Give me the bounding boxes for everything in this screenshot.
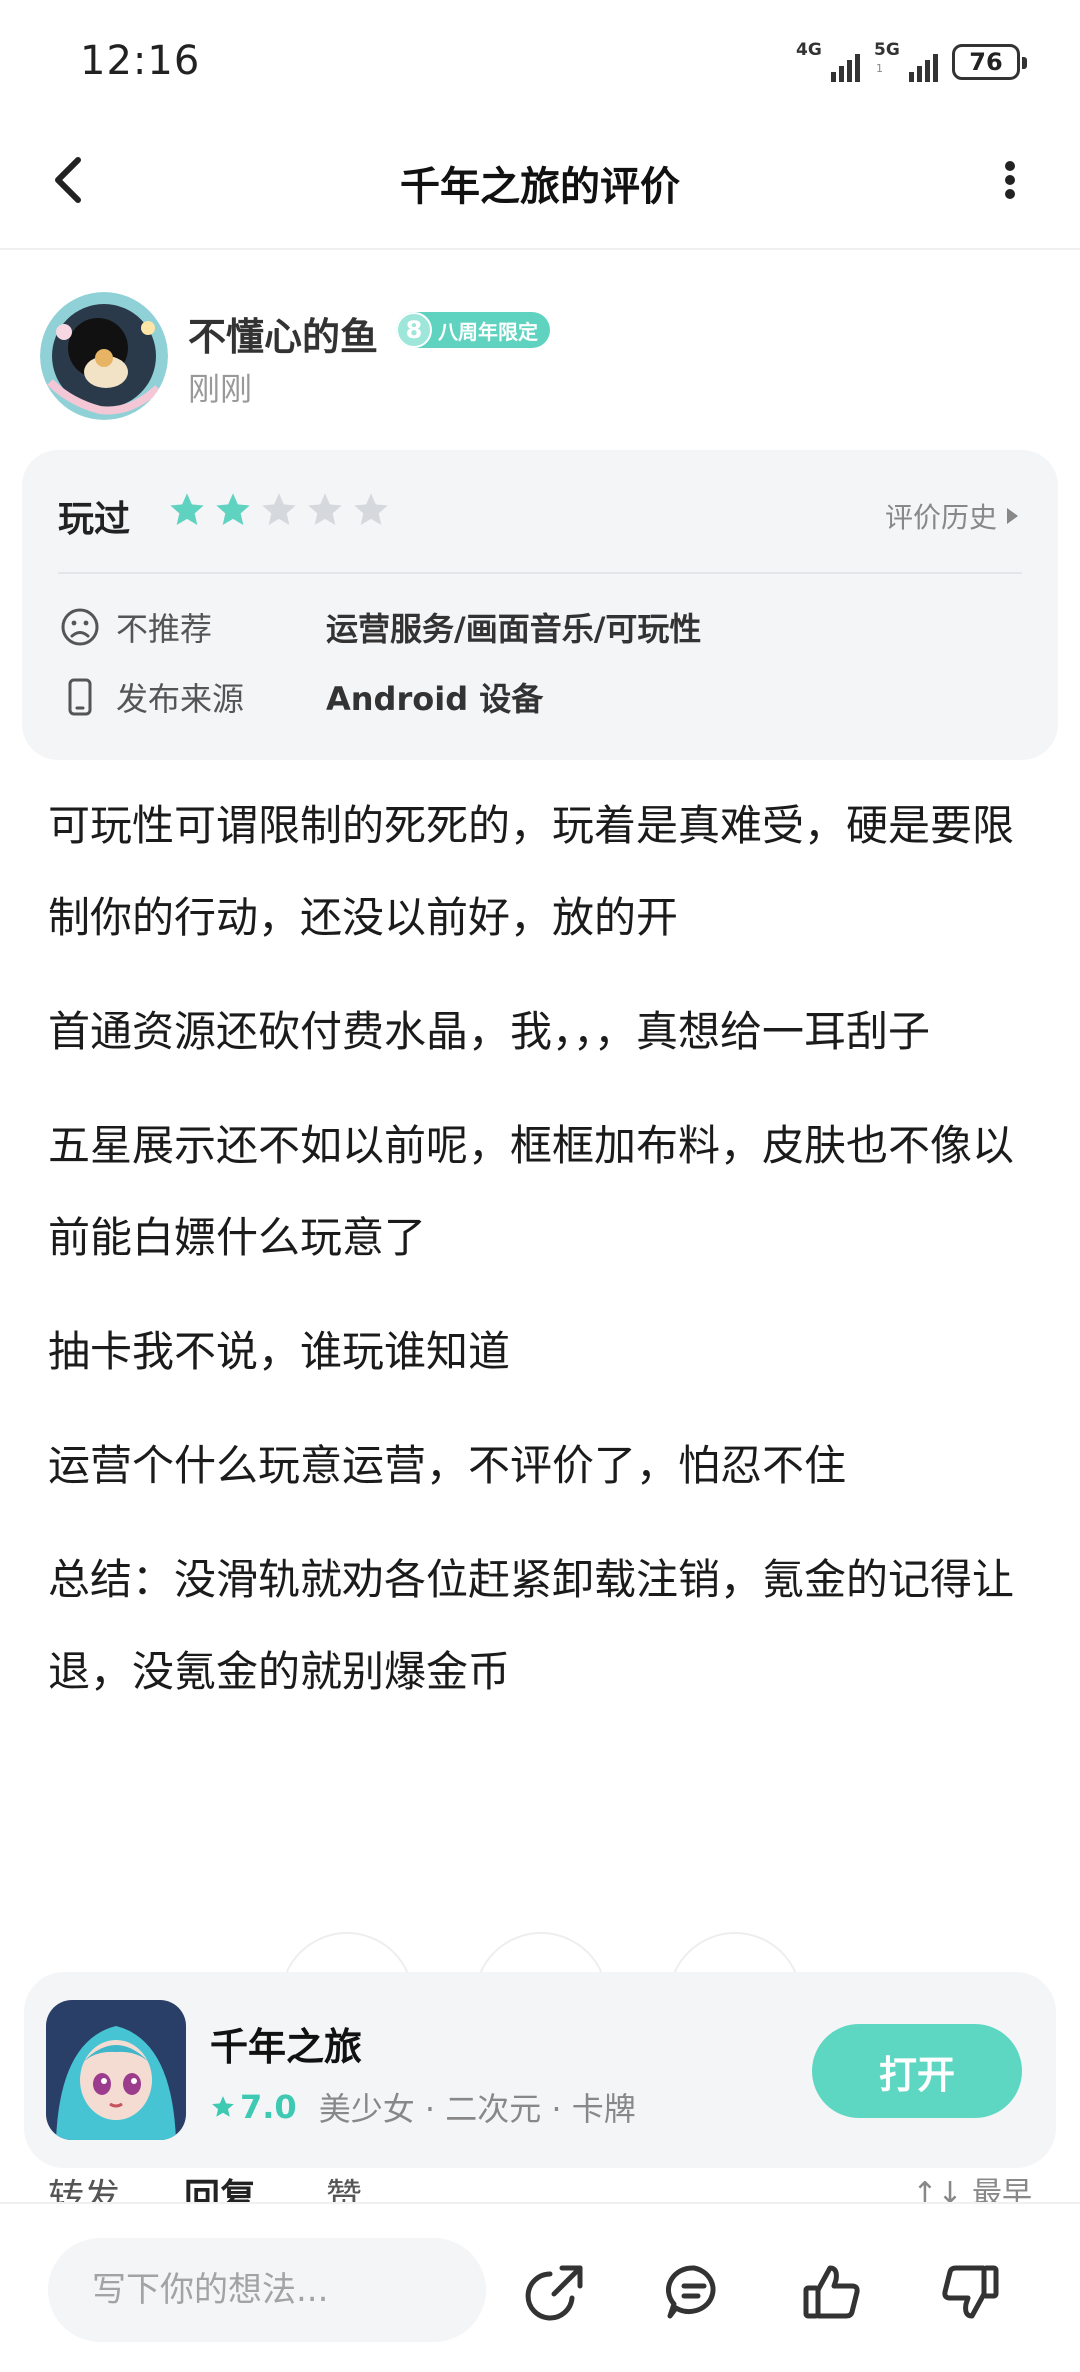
review-paragraph: 首通资源还砍付费水晶，我，，，真想给一耳刮子 xyxy=(48,1007,931,1056)
score-star-icon xyxy=(212,2096,234,2117)
review-paragraph: 总结：没滑轨就劝各位赶紧卸载注销，氪金的记得让退，没氪金的就别爆金币 xyxy=(48,1555,1015,1696)
review-body: 可玩性可谓限制的死死的，玩着是真难受，硬是要限制你的行动，还没以前好，放的开首通… xyxy=(48,780,1038,1740)
frown-face-icon xyxy=(61,608,99,646)
bottom-action-bar xyxy=(0,2202,1080,2372)
author-name[interactable]: 不懂心的鱼 xyxy=(188,306,378,361)
review-summary-card: 玩过 评价历史 不推荐 运营服务/画面音乐/可玩性 发布来源 Android 设… xyxy=(22,450,1058,760)
rating-history-label: 评价历史 xyxy=(884,501,997,534)
review-paragraph: 五星展示还不如以前呢，框框加布料，皮肤也不像以前能白嫖什么玩意了 xyxy=(48,1121,1015,1262)
caret-right-icon xyxy=(1007,508,1018,524)
game-tags: 美少女 · 二次元 · 卡牌 xyxy=(318,2090,636,2128)
top-nav-bar: 千年之旅的评价 xyxy=(0,120,1080,250)
source-value: Android 设备 xyxy=(326,680,544,718)
game-meta: 7.0 美少女 · 二次元 · 卡牌 xyxy=(210,2084,636,2130)
game-icon[interactable] xyxy=(46,2000,186,2140)
status-icons: 4G 5G 1 76 xyxy=(796,40,1027,84)
game-card[interactable]: 千年之旅 7.0 美少女 · 二次元 · 卡牌 打开 xyxy=(24,1972,1056,2168)
open-game-button[interactable]: 打开 xyxy=(812,2024,1022,2118)
recommendation-row: 不推荐 运营服务/画面音乐/可玩性 xyxy=(58,605,701,649)
comment-icon[interactable] xyxy=(662,2260,726,2324)
rating-history-link[interactable]: 评价历史 xyxy=(885,496,1018,536)
played-label: 玩过 xyxy=(58,499,131,540)
thumbs-down-icon[interactable] xyxy=(938,2260,1002,2324)
game-score: 7.0 xyxy=(240,2088,297,2126)
page-title: 千年之旅的评价 xyxy=(400,164,680,210)
rating-stars xyxy=(167,490,391,530)
star-empty-icon xyxy=(262,493,296,525)
game-name: 千年之旅 xyxy=(210,2025,363,2069)
badge-number: 8 xyxy=(396,312,432,348)
star-empty-icon xyxy=(308,493,342,525)
divider xyxy=(58,572,1022,574)
battery-icon: 76 xyxy=(952,44,1027,80)
phone-icon xyxy=(68,678,92,716)
review-paragraph: 运营个什么玩意运营，不评价了，怕忍不住 xyxy=(48,1441,847,1490)
tab-repost[interactable]: 转发 xyxy=(48,2168,120,2202)
star-filled-icon xyxy=(170,493,204,525)
recommendation-value: 运营服务/画面音乐/可玩性 xyxy=(326,610,702,648)
tab-reply[interactable]: 回复 xyxy=(184,2168,256,2202)
avatar[interactable] xyxy=(40,292,168,420)
comment-input[interactable] xyxy=(48,2238,486,2342)
star-empty-icon xyxy=(354,493,388,525)
signal-4g-icon: 4G xyxy=(796,40,860,84)
tab-like[interactable]: 赞 xyxy=(326,2168,362,2202)
review-paragraph: 抽卡我不说，谁玩谁知道 xyxy=(48,1327,511,1376)
status-bar: 12:16 4G 5G 1 76 xyxy=(0,0,1080,120)
source-row: 发布来源 Android 设备 xyxy=(58,675,543,719)
star-filled-icon xyxy=(216,493,250,525)
anniversary-badge: 8 八周年限定 xyxy=(396,312,550,348)
share-icon[interactable] xyxy=(524,2260,588,2324)
recommendation-label: 不推荐 xyxy=(116,610,213,648)
more-options-icon[interactable] xyxy=(980,150,1040,210)
source-label: 发布来源 xyxy=(116,680,245,718)
post-time: 刚刚 xyxy=(188,370,253,408)
review-author: 不懂心的鱼 8 八周年限定 刚刚 xyxy=(40,292,1040,422)
signal-5g-icon: 5G 1 xyxy=(874,40,938,84)
badge-label: 八周年限定 xyxy=(438,319,538,344)
sort-toggle[interactable]: ↑↓ 最早 xyxy=(912,2168,1032,2202)
review-paragraph: 可玩性可谓限制的死死的，玩着是真难受，硬是要限制你的行动，还没以前好，放的开 xyxy=(48,801,1015,942)
status-time: 12:16 xyxy=(80,38,201,84)
thumbs-up-icon[interactable] xyxy=(800,2260,864,2324)
